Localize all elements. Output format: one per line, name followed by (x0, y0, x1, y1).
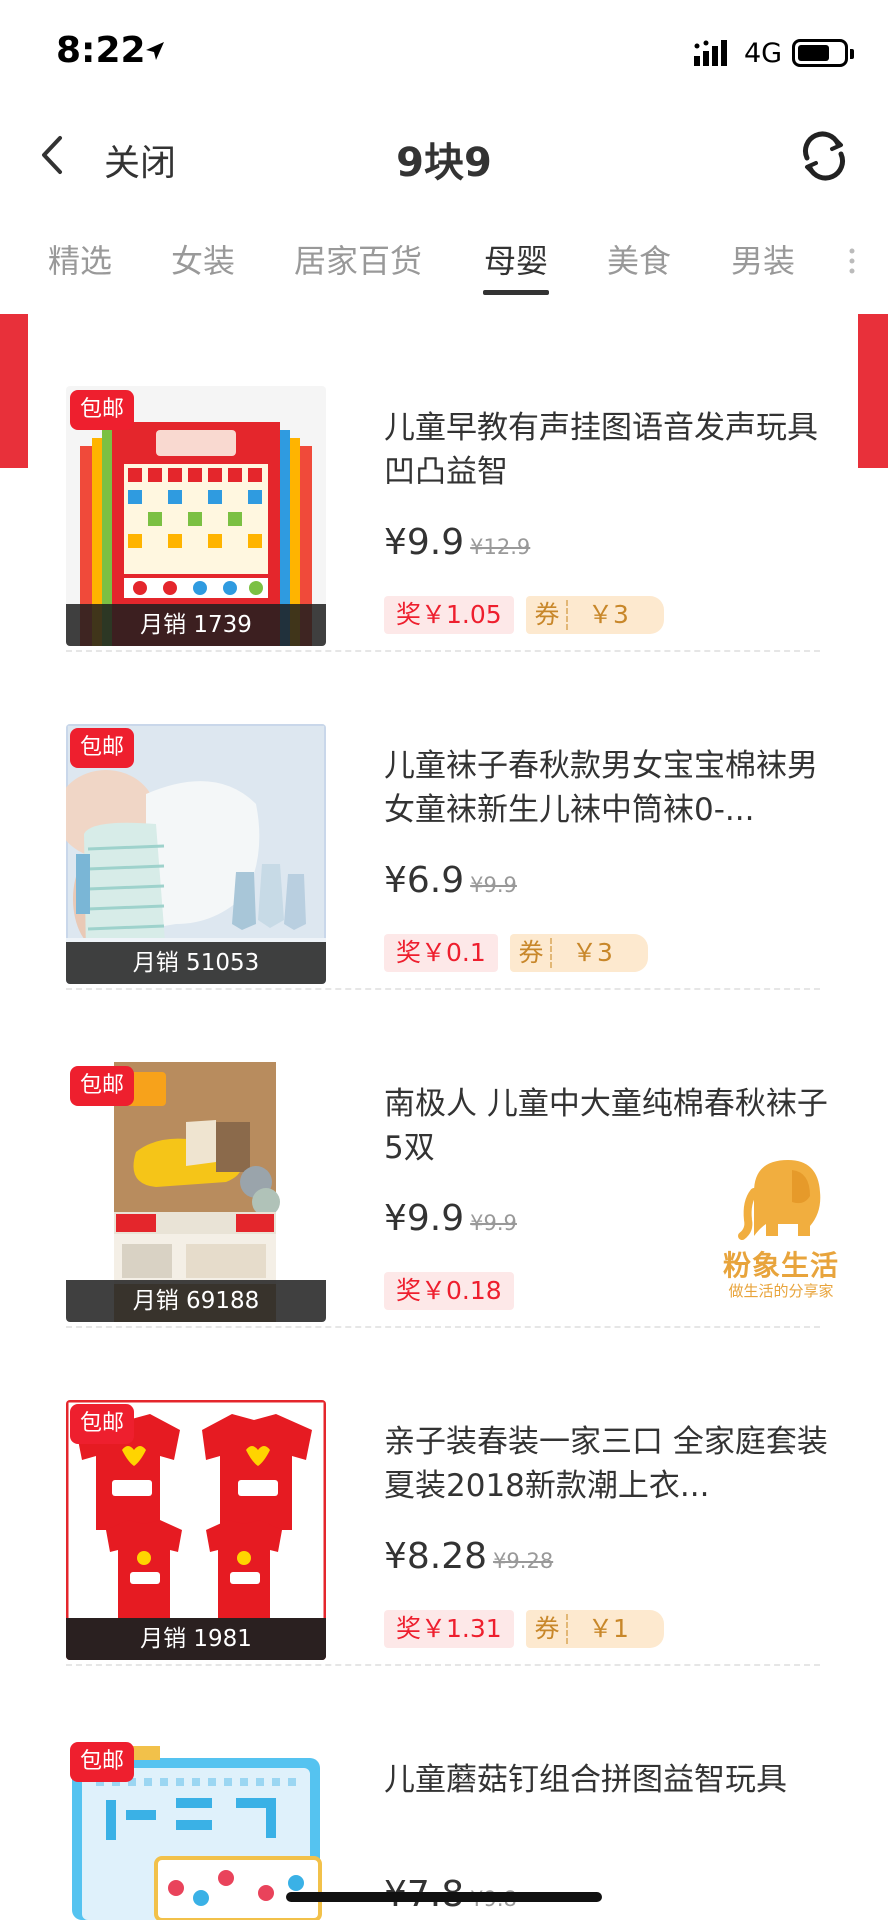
status-time: 8:22 (56, 30, 146, 71)
original-price: ¥9.28 (493, 1549, 554, 1573)
tab-meishi[interactable]: 美食 (607, 236, 671, 282)
location-arrow-icon (146, 42, 164, 60)
free-shipping-badge: 包邮 (70, 728, 135, 768)
battery-icon (792, 39, 854, 67)
product-title[interactable]: 儿童蘑菇钉组合拼图益智玩具 (384, 1758, 844, 1802)
monthly-sales: 月销 69188 (66, 1280, 326, 1322)
coupon-value: ￥3 (572, 938, 613, 967)
free-shipping-badge: 包邮 (70, 390, 135, 430)
refresh-icon[interactable] (798, 130, 850, 182)
product-image[interactable]: 包邮 月销 1981 (66, 1400, 326, 1660)
brand-name: 粉象生活 (722, 1249, 839, 1282)
brand-watermark: 粉象生活 做生活的分享家 (706, 1152, 856, 1302)
active-tab-indicator (483, 290, 549, 295)
product-price: ¥9.9 ¥9.9 (384, 1198, 517, 1239)
tab-jujia[interactable]: 居家百货 (294, 236, 422, 282)
free-shipping-badge: 包邮 (70, 1066, 135, 1106)
product-price: ¥6.9 ¥9.9 (384, 860, 517, 901)
product-title[interactable]: 儿童袜子春秋款男女宝宝棉袜男女童袜新生儿袜中筒袜0-... (384, 744, 844, 832)
tab-jingxuan[interactable]: 精选 (48, 236, 112, 282)
signal-icon (694, 40, 727, 66)
navigation-bar: 关闭 9块9 (0, 106, 888, 206)
reward-tag: 奖￥1.31 (384, 1610, 514, 1648)
product-image[interactable]: 包邮 月销 1739 (66, 386, 326, 646)
monthly-sales: 月销 1981 (66, 1618, 326, 1660)
product-item[interactable]: 包邮 月销 51053 儿童袜子春秋款男女宝宝棉袜男女童袜新生儿袜中筒袜0-..… (28, 652, 858, 990)
product-item[interactable]: 包邮 月销 1981 亲子装春装一家三口 全家庭套装夏装2018新款潮上衣...… (28, 1328, 858, 1666)
coupon-tag[interactable]: 券 ￥3 (526, 596, 664, 634)
reward-tag: 奖￥1.05 (384, 596, 514, 634)
elephant-logo-icon (738, 1160, 821, 1240)
free-shipping-badge: 包邮 (70, 1742, 135, 1782)
reward-tag: 奖￥0.1 (384, 934, 498, 972)
network-type: 4G (744, 38, 783, 69)
current-price: ¥9.9 (384, 522, 465, 563)
tab-muying[interactable]: 母婴 (484, 236, 548, 282)
banner-backdrop-left (0, 314, 28, 468)
category-tabs: 精选 女装 居家百货 母婴 美食 男装 (0, 220, 888, 300)
original-price: ¥9.9 (470, 1211, 517, 1235)
more-tabs-icon[interactable] (848, 246, 856, 276)
product-title[interactable]: 亲子装春装一家三口 全家庭套装夏装2018新款潮上衣... (384, 1420, 844, 1508)
coupon-label: 券 (518, 938, 544, 967)
tab-nanzhuang[interactable]: 男装 (731, 236, 795, 282)
coupon-value: ￥1 (588, 1614, 629, 1643)
coupon-value: ￥3 (588, 600, 629, 629)
status-bar: 8:22 4G (0, 0, 888, 106)
product-item[interactable]: 包邮 儿童蘑菇钉组合拼图益智玩具 ¥7.8¥9.8 (28, 1666, 858, 1920)
current-price: ¥8.28 (384, 1536, 488, 1577)
banner-backdrop-right (858, 314, 888, 468)
product-price: ¥8.28 ¥9.28 (384, 1536, 553, 1577)
current-price: ¥9.9 (384, 1198, 465, 1239)
product-image[interactable]: 包邮 月销 51053 (66, 724, 326, 984)
monthly-sales: 月销 51053 (66, 942, 326, 984)
coupon-tag[interactable]: 券 ￥1 (526, 1610, 664, 1648)
page-title: 9块9 (396, 140, 492, 186)
product-list: 包邮 月销 1739 儿童早教有声挂图语音发声玩具凹凸益智 ¥9.9 ¥12.9 … (28, 314, 858, 1920)
reward-tag: 奖￥0.18 (384, 1272, 514, 1310)
home-indicator[interactable] (286, 1892, 602, 1902)
monthly-sales: 月销 1739 (66, 604, 326, 646)
product-title[interactable]: 儿童早教有声挂图语音发声玩具凹凸益智 (384, 406, 844, 494)
original-price: ¥9.9 (470, 873, 517, 897)
coupon-label: 券 (534, 600, 560, 629)
product-item[interactable]: 包邮 月销 1739 儿童早教有声挂图语音发声玩具凹凸益智 ¥9.9 ¥12.9 … (28, 314, 858, 652)
brand-slogan: 做生活的分享家 (728, 1282, 834, 1300)
tab-nvzhuang[interactable]: 女装 (171, 236, 235, 282)
product-image[interactable]: 包邮 月销 69188 (66, 1062, 326, 1322)
product-price: ¥9.9 ¥12.9 (384, 522, 530, 563)
current-price: ¥6.9 (384, 860, 465, 901)
free-shipping-badge: 包邮 (70, 1404, 135, 1444)
coupon-tag[interactable]: 券 ￥3 (510, 934, 648, 972)
coupon-label: 券 (534, 1614, 560, 1643)
original-price: ¥12.9 (470, 535, 531, 559)
